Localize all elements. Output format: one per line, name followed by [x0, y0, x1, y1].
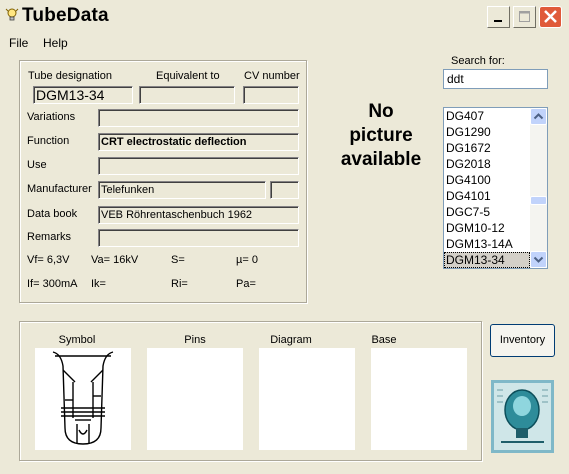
pins-image: [147, 348, 243, 450]
databook-label: Data book: [27, 208, 78, 220]
manufacturer-label: Manufacturer: [27, 183, 92, 195]
crt-symbol-icon: [52, 351, 114, 445]
minimize-button[interactable]: [487, 6, 510, 28]
list-item[interactable]: DG2018: [444, 156, 530, 172]
param-pa: Pa=: [236, 278, 256, 290]
no-picture-text: No picture available: [318, 100, 444, 172]
maximize-button[interactable]: [513, 6, 536, 28]
variations-label: Variations: [27, 111, 76, 123]
chevron-up-icon: [533, 113, 544, 120]
symbol-image: [35, 348, 131, 450]
scroll-down-button[interactable]: [530, 251, 547, 268]
param-mu: µ= 0: [236, 254, 258, 266]
function-field[interactable]: CRT electrostatic deflection: [98, 133, 299, 151]
tubedata-window: TubeData File Help Tube designation Equi…: [0, 0, 569, 474]
param-ri: Ri=: [171, 278, 188, 290]
remarks-label: Remarks: [27, 231, 72, 243]
window-title: TubeData: [22, 5, 109, 26]
equivalent-header: Equivalent to: [156, 70, 220, 82]
base-label: Base: [371, 334, 397, 346]
search-input[interactable]: [443, 69, 548, 89]
remarks-field[interactable]: [98, 229, 299, 247]
cv-field[interactable]: [243, 86, 299, 104]
inventory-button[interactable]: Inventory: [490, 324, 555, 357]
menu-file[interactable]: File: [9, 36, 28, 50]
tube-list-items: DG407 DG1290 DG1672 DG2018 DG4100 DG4101 DGC7-…: [444, 108, 530, 268]
use-label: Use: [27, 159, 47, 171]
param-if: If= 300mA: [27, 278, 78, 290]
close-button[interactable]: [539, 6, 562, 28]
param-s: S=: [171, 254, 185, 266]
list-item[interactable]: DGC7-5: [444, 204, 530, 220]
scroll-up-button[interactable]: [530, 108, 547, 125]
list-item[interactable]: DG1672: [444, 140, 530, 156]
chevron-down-icon: [533, 256, 544, 263]
tube-logo-icon: [491, 380, 554, 453]
menu-bar: File Help: [0, 34, 569, 52]
param-ik: Ik=: [91, 278, 106, 290]
menu-help[interactable]: Help: [43, 36, 68, 50]
no-picture-line2: picture: [349, 125, 413, 146]
tube-list[interactable]: DG407 DG1290 DG1672 DG2018 DG4100 DG4101 DGC7-…: [443, 107, 548, 269]
minimize-icon: [494, 20, 502, 22]
scroll-thumb[interactable]: [530, 196, 547, 205]
list-item[interactable]: DG407: [444, 108, 530, 124]
use-field[interactable]: [98, 157, 299, 175]
bulb-icon: [5, 8, 19, 21]
function-label: Function: [27, 135, 70, 147]
base-image: [371, 348, 467, 450]
manufacturer-extra-field[interactable]: [270, 181, 299, 199]
list-item[interactable]: DG4100: [444, 172, 530, 188]
databook-field[interactable]: VEB Röhrentaschenbuch 1962: [98, 206, 299, 224]
title-bar[interactable]: TubeData: [0, 0, 569, 34]
list-item[interactable]: DGM13-14A: [444, 236, 530, 252]
param-va: Va= 16kV: [91, 254, 139, 266]
designation-header: Tube designation: [28, 70, 112, 82]
diagram-label: Diagram: [270, 334, 312, 346]
maximize-icon: [519, 11, 530, 22]
param-vf: Vf= 6,3V: [27, 254, 70, 266]
list-scrollbar[interactable]: [530, 108, 547, 268]
pins-label: Pins: [184, 334, 206, 346]
cv-header: CV number: [244, 70, 300, 82]
no-picture-line1: No: [368, 101, 394, 122]
equivalent-field[interactable]: [139, 86, 235, 104]
variations-field[interactable]: [98, 109, 299, 127]
no-picture-line3: available: [340, 149, 422, 170]
close-icon: [544, 10, 557, 23]
symbol-label: Symbol: [58, 334, 96, 346]
manufacturer-field[interactable]: Telefunken: [98, 181, 266, 199]
list-item[interactable]: DGM10-12: [444, 220, 530, 236]
list-item[interactable]: DGM13-34: [444, 252, 530, 268]
list-item[interactable]: DG4101: [444, 188, 530, 204]
list-item[interactable]: DG1290: [444, 124, 530, 140]
diagram-image: [259, 348, 355, 450]
search-label: Search for:: [451, 55, 505, 67]
designation-field[interactable]: DGM13-34: [33, 86, 133, 104]
